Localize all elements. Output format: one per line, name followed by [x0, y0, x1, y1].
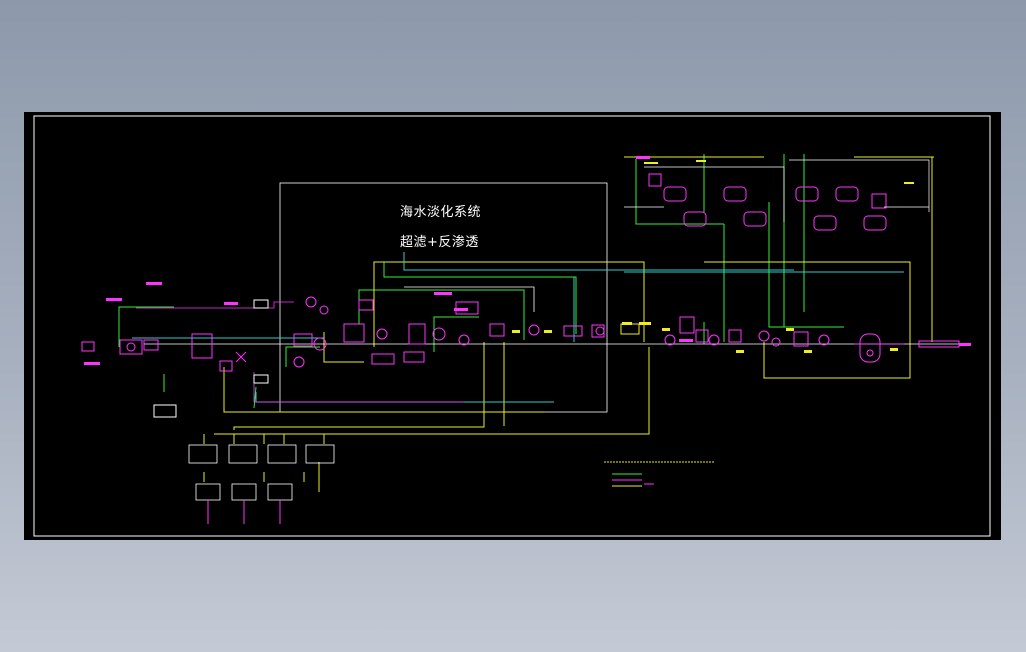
product-water-equipment — [620, 316, 960, 363]
drawing-title: 海水淡化系统 — [400, 205, 482, 220]
uf-ro-equipment — [293, 296, 605, 368]
process-flow-diagram — [33, 115, 991, 537]
drawing-subtitle: 超滤+反渗透 — [400, 235, 479, 250]
magenta-process-lines — [136, 301, 964, 403]
cad-viewport[interactable]: 海水淡化系统 超滤+反渗透 — [24, 112, 1001, 540]
dosing-skid-left — [648, 173, 767, 227]
green-process-lines — [118, 154, 844, 409]
bottom-left-drains — [207, 500, 281, 524]
legend-lines — [604, 461, 714, 487]
bottom-left-tanks — [188, 444, 335, 501]
yellow-process-lines — [203, 156, 934, 492]
dosing-frames — [624, 159, 930, 222]
instrument-tags — [512, 160, 914, 353]
dosing-skid-right — [795, 186, 887, 231]
drawing-frame — [33, 115, 991, 537]
white-main-line — [144, 286, 959, 345]
intake-equipment — [81, 299, 269, 418]
